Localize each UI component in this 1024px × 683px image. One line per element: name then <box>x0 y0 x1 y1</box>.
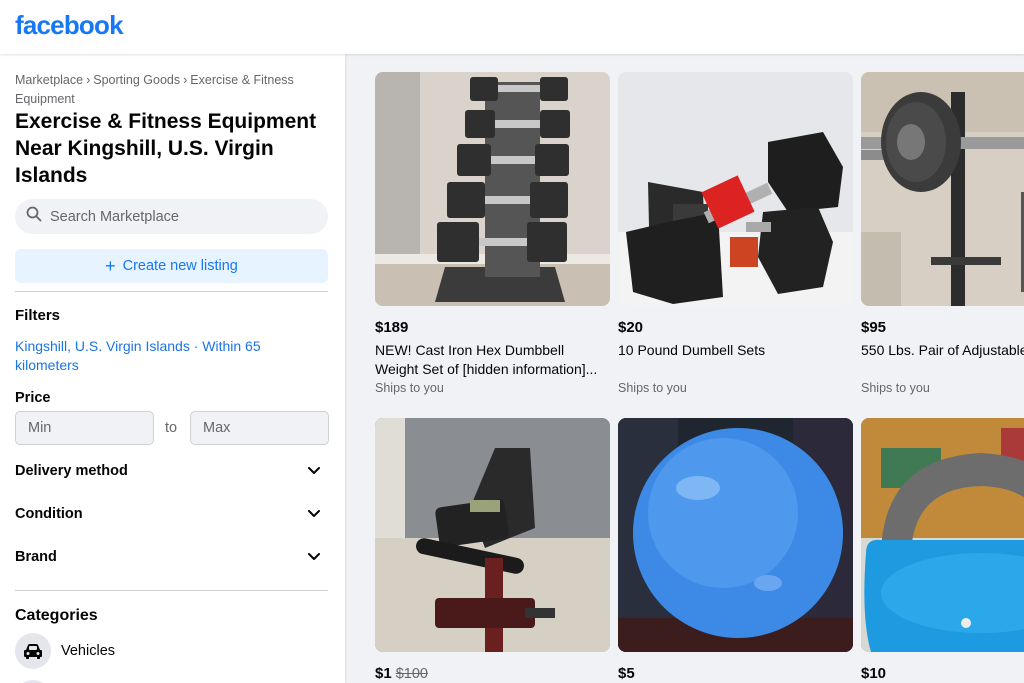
create-new-listing-button[interactable]: + Create new listing <box>15 249 328 283</box>
breadcrumb: Marketplace › Sporting Goods › Exercise & Fi… <box>15 71 315 109</box>
search-marketplace[interactable] <box>15 199 328 234</box>
search-input[interactable] <box>50 208 310 225</box>
chevron-down-icon <box>306 549 322 565</box>
filter-condition[interactable]: Condition <box>15 502 328 526</box>
listing-card[interactable]: $189 NEW! Cast Iron Hex Dumbbell Weight … <box>375 72 610 395</box>
breadcrumb-marketplace[interactable]: Marketplace <box>15 73 83 87</box>
breadcrumb-separator: › <box>86 73 91 87</box>
location-filter-link[interactable]: Kingshill, U.S. Virgin Islands · Within … <box>15 337 305 375</box>
filter-brand[interactable]: Brand <box>15 545 328 569</box>
chevron-down-icon <box>306 463 322 479</box>
listing-title: 10 Pound Dumbell Sets <box>618 342 766 358</box>
category-vehicles-label: Vehicles <box>61 643 116 659</box>
listing-price: $10 <box>861 665 887 682</box>
create-new-listing-label: Create new listing <box>122 258 238 274</box>
listing-image-hex-dumbbells <box>618 72 853 306</box>
filter-delivery-method[interactable]: Delivery method <box>15 459 328 483</box>
facebook-logo[interactable]: facebook <box>15 10 124 41</box>
listing-card[interactable]: $1 $100 <box>375 418 610 683</box>
price-min-input[interactable] <box>15 411 154 445</box>
listing-card[interactable]: $20 10 Pound Dumbell Sets Ships to you <box>618 72 853 395</box>
listing-card[interactable]: $95 550 Lbs. Pair of Adjustable Rack Stu… <box>861 72 1024 395</box>
listing-card[interactable]: $10 <box>861 418 1024 683</box>
listing-shipping: Ships to you <box>861 381 930 395</box>
listing-price: $95 <box>861 319 887 336</box>
listing-image-dumbbell-rack <box>375 72 610 306</box>
price-label: Price <box>15 390 51 406</box>
categories-heading: Categories <box>15 607 98 624</box>
top-navigation-bar: facebook <box>0 0 1024 54</box>
divider <box>15 291 328 292</box>
listing-title: 550 Lbs. Pair of Adjustable Rack Sturdy … <box>861 342 1024 358</box>
listing-image-exercise-ball <box>618 418 853 652</box>
marketplace-sidebar: Marketplace › Sporting Goods › Exercise & Fi… <box>0 54 345 683</box>
location-name: Kingshill, U.S. Virgin Islands <box>15 338 190 354</box>
breadcrumb-sporting-goods[interactable]: Sporting Goods <box>93 73 180 87</box>
listing-card[interactable]: $5 <box>618 418 853 683</box>
listing-image-squat-rack <box>861 72 1024 306</box>
category-vehicles[interactable]: Vehicles <box>15 632 328 670</box>
breadcrumb-separator: › <box>183 73 188 87</box>
listing-shipping: Ships to you <box>375 381 444 395</box>
listing-image-kettlebell <box>861 418 1024 652</box>
divider <box>15 590 328 591</box>
page-title: Exercise & Fitness Equipment Near Kingsh… <box>15 110 317 187</box>
listing-current-price: $1 <box>375 665 392 682</box>
filter-brand-label: Brand <box>15 549 57 565</box>
search-icon <box>26 206 42 227</box>
car-icon <box>15 633 51 669</box>
listing-price: $1 $100 <box>375 665 610 683</box>
listing-title: NEW! Cast Iron Hex Dumbbell Weight Set o… <box>375 342 598 377</box>
listing-price: $189 <box>375 319 409 336</box>
listing-price: $20 <box>618 319 644 336</box>
chevron-down-icon <box>306 506 322 522</box>
price-max-input[interactable] <box>190 411 329 445</box>
listing-image-exercise-bike <box>375 418 610 652</box>
plus-icon: + <box>105 256 116 276</box>
filter-condition-label: Condition <box>15 506 83 522</box>
listing-price: $5 <box>618 665 635 682</box>
listing-original-price: $100 <box>395 666 428 682</box>
filter-delivery-method-label: Delivery method <box>15 463 128 479</box>
price-to-label: to <box>165 420 178 436</box>
listings-grid: $189 NEW! Cast Iron Hex Dumbbell Weight … <box>345 54 1024 683</box>
filters-heading: Filters <box>15 307 61 324</box>
listing-shipping: Ships to you <box>618 381 687 395</box>
